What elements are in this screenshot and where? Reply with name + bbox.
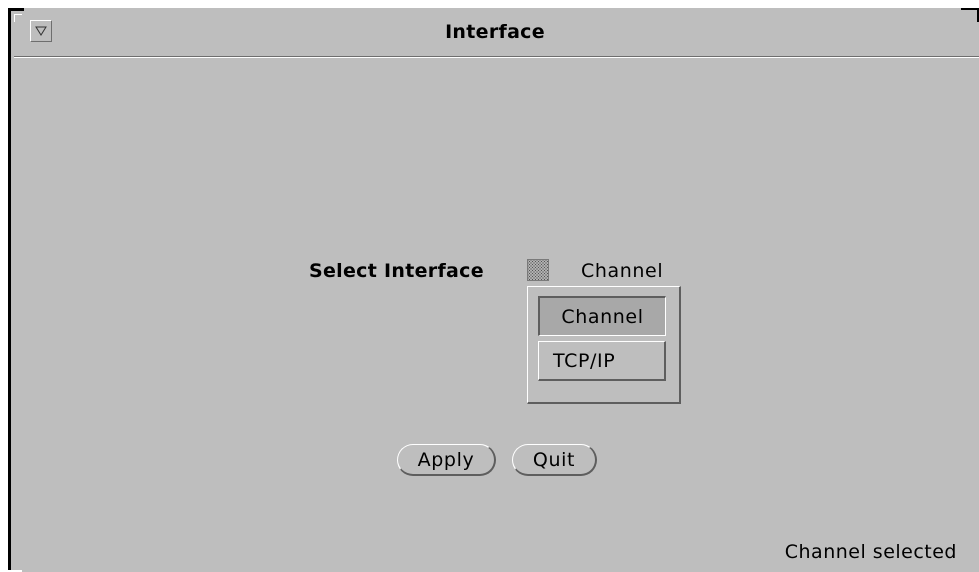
triangle-down-icon <box>35 26 47 36</box>
abbreviated-menu-icon[interactable] <box>527 259 549 281</box>
window-frame-left <box>8 8 11 572</box>
menu-item-channel[interactable]: Channel <box>538 296 666 336</box>
screen-background-left <box>0 0 8 572</box>
window-menu-button[interactable] <box>30 20 52 42</box>
interface-dropdown-menu: Channel TCP/IP <box>527 286 681 404</box>
window-title: Interface <box>445 21 545 43</box>
current-interface-value: Channel <box>581 260 664 282</box>
title-divider <box>14 56 979 57</box>
screen-background-top <box>0 0 979 8</box>
menu-item-tcpip[interactable]: TCP/IP <box>538 341 666 381</box>
title-bar[interactable]: Interface <box>11 11 979 57</box>
quit-button[interactable]: Quit <box>512 444 597 476</box>
apply-button[interactable]: Apply <box>397 444 496 476</box>
interface-window: Interface Select Interface Channel Chann… <box>0 0 979 572</box>
status-message: Channel selected <box>784 541 957 563</box>
select-interface-label: Select Interface <box>309 260 484 282</box>
